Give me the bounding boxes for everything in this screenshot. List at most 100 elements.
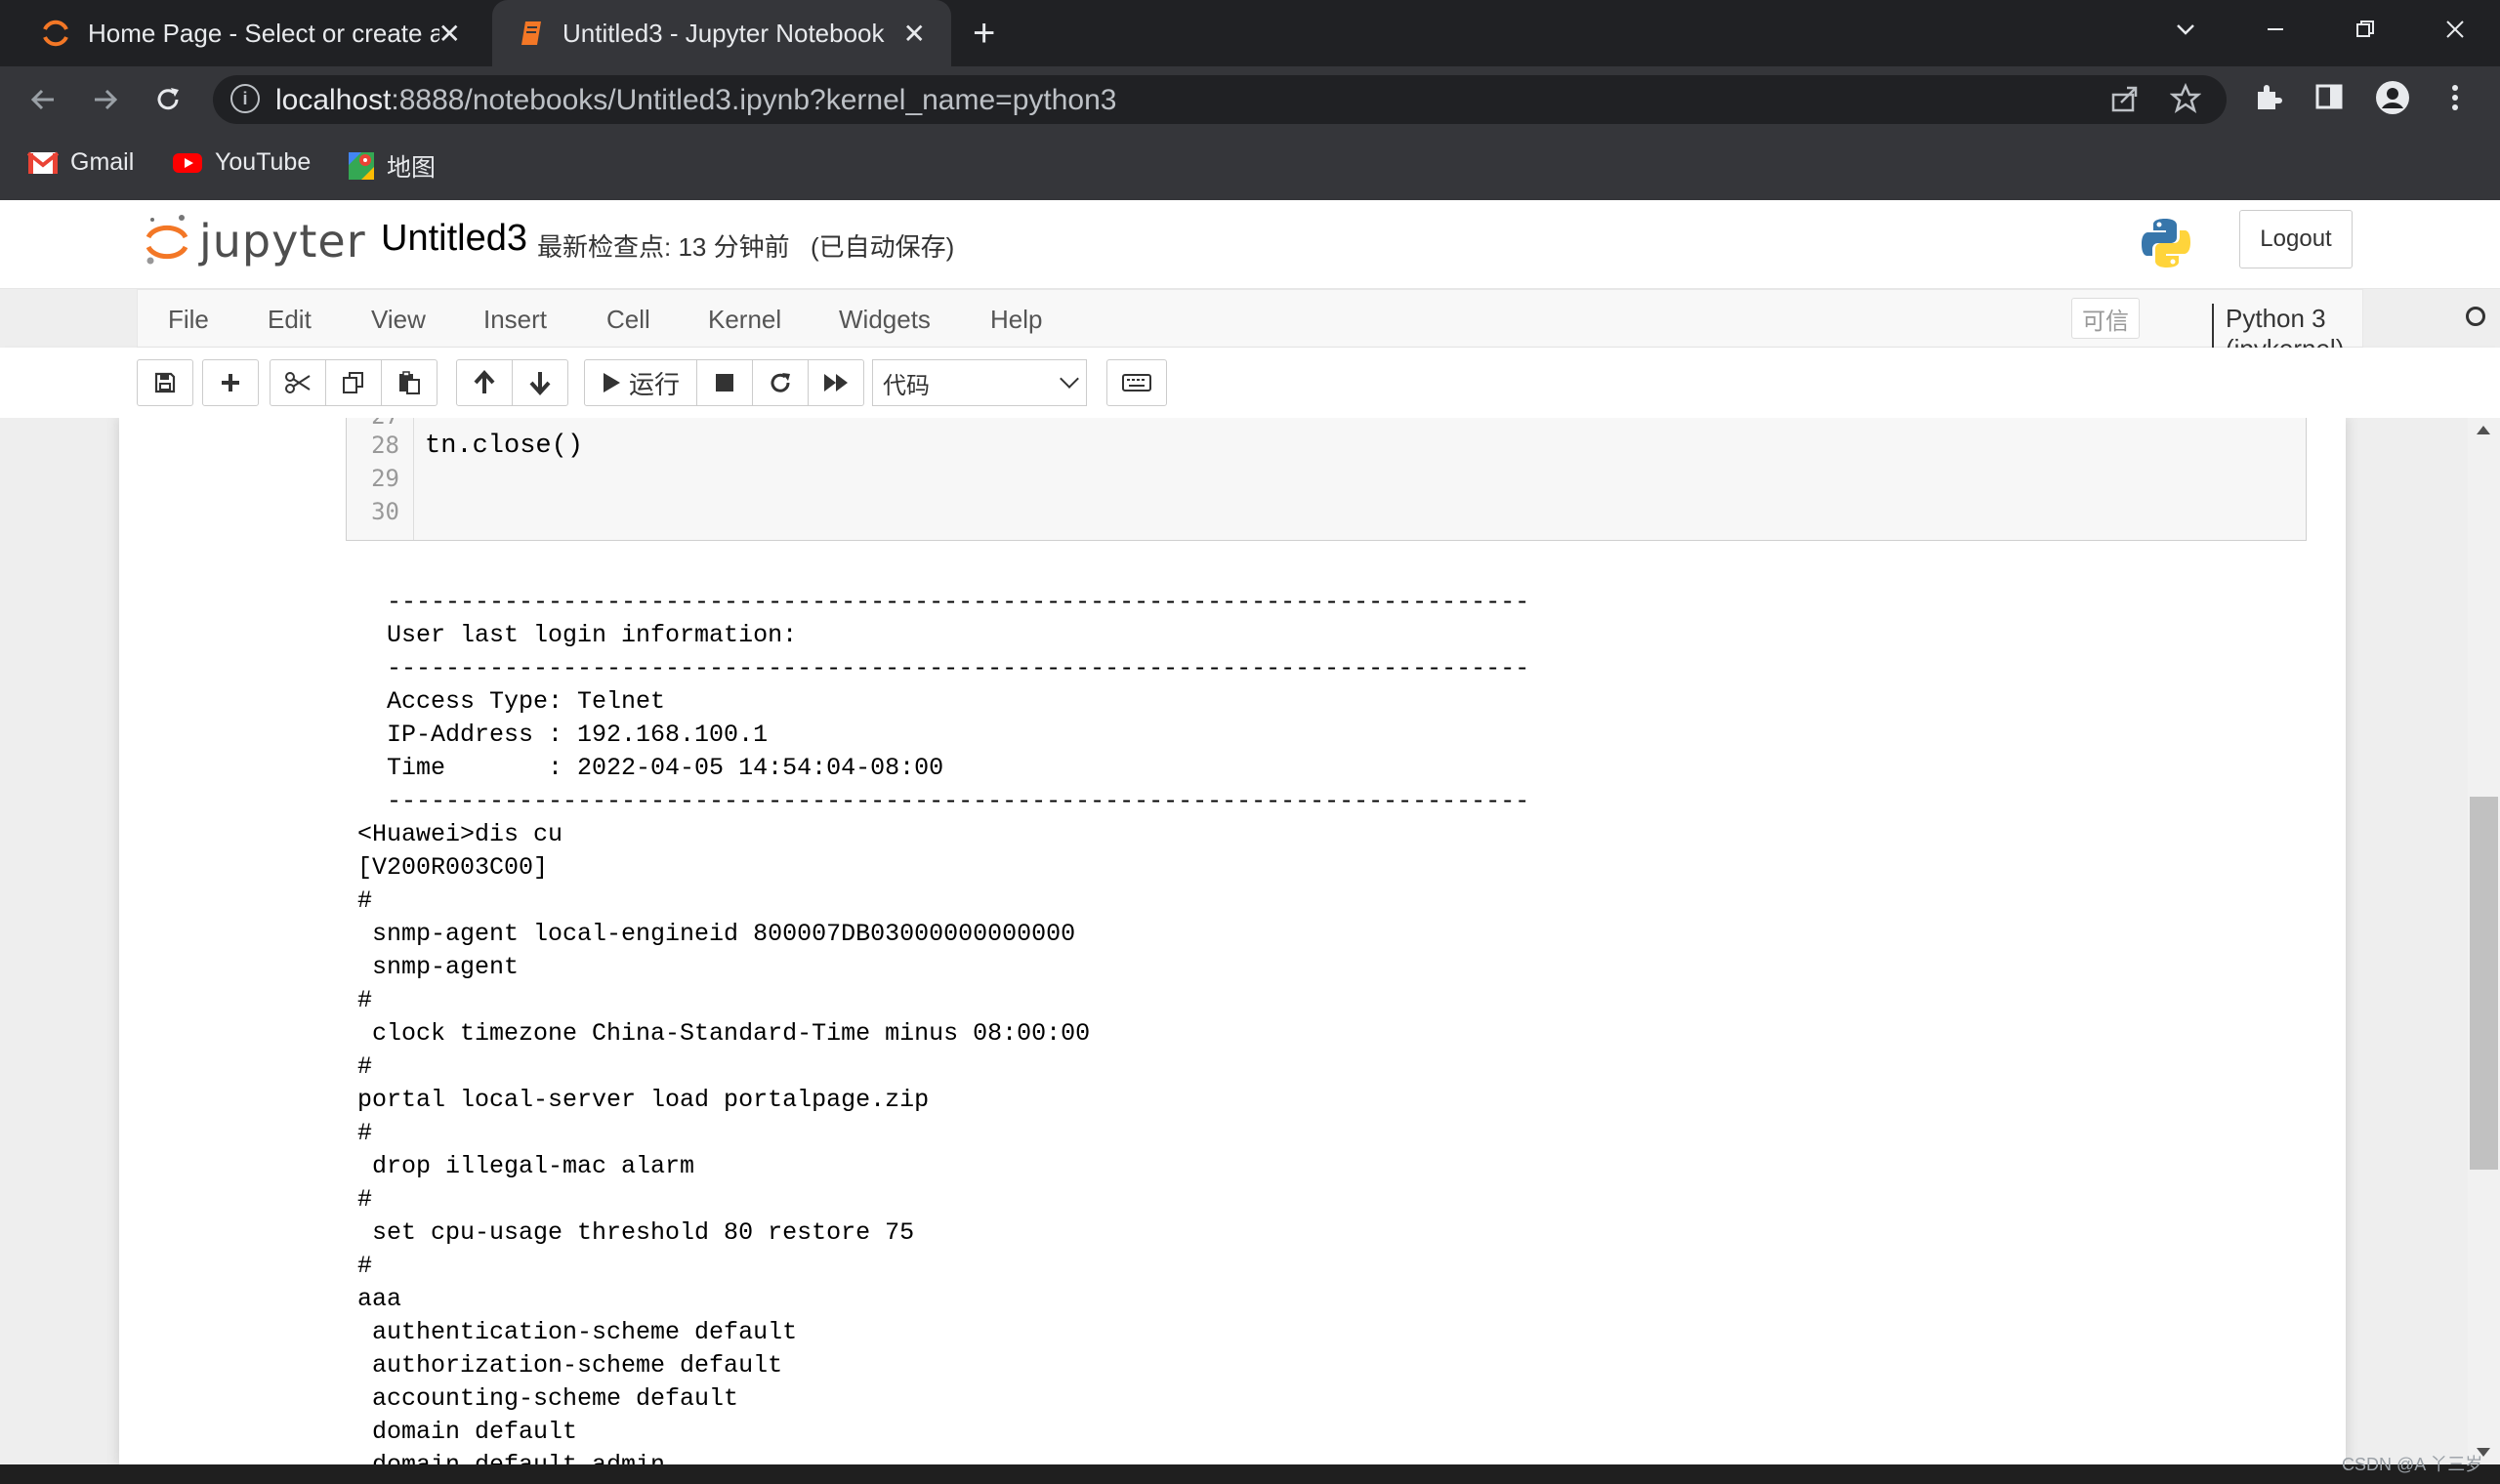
save-icon bbox=[154, 372, 176, 393]
tab-close-icon[interactable]: ✕ bbox=[438, 18, 461, 50]
cell-output: ----------------------------------------… bbox=[357, 586, 1529, 1464]
menu-cell[interactable]: Cell bbox=[606, 305, 650, 335]
move-up-button[interactable] bbox=[456, 359, 513, 406]
extensions-icon[interactable] bbox=[2252, 80, 2285, 121]
menu-edit[interactable]: Edit bbox=[268, 305, 312, 335]
scrollbar-thumb[interactable] bbox=[2470, 797, 2498, 1170]
insert-cell-button[interactable] bbox=[202, 359, 259, 406]
output-line: Access Type: Telnet bbox=[357, 687, 666, 716]
notebook-name[interactable]: Untitled3 bbox=[381, 218, 527, 260]
output-line: authentication-scheme default bbox=[357, 1318, 798, 1346]
output-line: aaa bbox=[357, 1285, 402, 1313]
python-logo-icon bbox=[2139, 216, 2193, 275]
notebook-favicon-icon bbox=[521, 21, 541, 45]
run-button[interactable]: 运行 bbox=[584, 359, 697, 406]
menu-file[interactable]: File bbox=[168, 305, 209, 335]
forward-icon[interactable] bbox=[84, 78, 127, 121]
profile-avatar-icon[interactable] bbox=[2375, 80, 2410, 123]
site-info-icon[interactable]: i bbox=[230, 84, 260, 113]
code-cell[interactable]: 27 28 29 30 tn.close() bbox=[346, 418, 2307, 541]
restore-icon[interactable] bbox=[2336, 0, 2395, 59]
output-line: # bbox=[357, 986, 373, 1014]
menu-insert[interactable]: Insert bbox=[483, 305, 547, 335]
jupyter-logo[interactable]: jupyter bbox=[145, 212, 366, 270]
bookmark-youtube[interactable]: YouTube bbox=[172, 148, 311, 177]
bookmark-maps[interactable]: 地图 bbox=[348, 148, 436, 184]
side-panel-icon[interactable] bbox=[2314, 82, 2344, 119]
tab-search-icon[interactable] bbox=[2156, 0, 2215, 59]
notebook-container: 27 28 29 30 tn.close() -----------------… bbox=[119, 418, 2346, 1464]
notebook-site: 27 28 29 30 tn.close() -----------------… bbox=[0, 418, 2500, 1464]
url-text[interactable]: localhost:8888/notebooks/Untitled3.ipynb… bbox=[275, 84, 1116, 117]
jupyter-logo-icon bbox=[146, 215, 188, 265]
play-icon bbox=[603, 373, 620, 392]
output-line: clock timezone China-Standard-Time minus… bbox=[357, 1019, 1091, 1048]
new-tab-button[interactable]: + bbox=[973, 12, 995, 55]
arrow-down-icon bbox=[529, 372, 551, 395]
logout-button[interactable]: Logout bbox=[2239, 210, 2353, 268]
fast-forward-icon bbox=[824, 374, 848, 392]
trusted-indicator[interactable]: 可信 bbox=[2071, 298, 2140, 339]
kernel-idle-icon bbox=[2466, 307, 2485, 326]
output-line: ----------------------------------------… bbox=[357, 787, 1530, 815]
watermark: CSDN @A 丫三岁 bbox=[2342, 1455, 2483, 1474]
taskbar-strip bbox=[0, 1464, 2500, 1484]
move-down-button[interactable] bbox=[512, 359, 568, 406]
line-number: 28 bbox=[371, 432, 399, 459]
restart-run-all-button[interactable] bbox=[808, 359, 864, 406]
output-line: Time : 2022-04-05 14:54:04-08:00 bbox=[357, 754, 944, 782]
autosave-status: (已自动保存) bbox=[811, 232, 955, 262]
output-line: domain default_admin bbox=[357, 1449, 1529, 1464]
share-icon[interactable] bbox=[2109, 83, 2141, 122]
output-line: # bbox=[357, 1185, 373, 1214]
scissors-icon bbox=[285, 372, 311, 393]
stop-icon bbox=[716, 374, 733, 392]
bookmark-gmail[interactable]: Gmail bbox=[27, 148, 134, 177]
bookmark-star-icon[interactable] bbox=[2169, 82, 2202, 122]
interrupt-button[interactable] bbox=[696, 359, 753, 406]
copy-icon bbox=[343, 372, 363, 393]
command-palette-button[interactable] bbox=[1106, 359, 1167, 406]
output-line: <Huawei>dis cu bbox=[357, 820, 563, 848]
reload-icon[interactable] bbox=[146, 78, 189, 121]
plus-icon bbox=[222, 374, 239, 392]
copy-button[interactable] bbox=[325, 359, 382, 406]
output-line: snmp-agent bbox=[357, 953, 520, 981]
output-line: ----------------------------------------… bbox=[357, 654, 1530, 682]
output-line: drop illegal-mac alarm bbox=[357, 1152, 695, 1180]
output-line: # bbox=[357, 1119, 373, 1147]
tab-untitled3[interactable]: Untitled3 - Jupyter Notebook ✕ bbox=[492, 0, 951, 66]
vertical-scrollbar[interactable] bbox=[2468, 418, 2500, 1464]
checkpoint-status: 最新检查点: 13 分钟前 bbox=[537, 232, 790, 262]
notebook-toolbar: 运行 代码 bbox=[0, 348, 2500, 418]
jupyter-favicon-icon bbox=[43, 20, 68, 47]
tab-home-page[interactable]: Home Page - Select or create a notebook … bbox=[14, 0, 486, 66]
gmail-icon bbox=[27, 150, 59, 174]
menu-view[interactable]: View bbox=[371, 305, 426, 335]
cut-button[interactable] bbox=[270, 359, 326, 406]
output-line: User last login information: bbox=[357, 621, 798, 649]
more-menu-icon[interactable] bbox=[2445, 80, 2465, 123]
menu-help[interactable]: Help bbox=[990, 305, 1042, 335]
output-line: ----------------------------------------… bbox=[357, 588, 1530, 616]
tab-close-icon[interactable]: ✕ bbox=[903, 18, 926, 50]
minimize-icon[interactable] bbox=[2246, 0, 2305, 59]
scroll-up-icon[interactable] bbox=[2477, 426, 2490, 434]
omnibox[interactable]: i localhost:8888/notebooks/Untitled3.ipy… bbox=[213, 75, 2227, 124]
line-number: 29 bbox=[371, 465, 399, 492]
menu-kernel[interactable]: Kernel bbox=[708, 305, 781, 335]
paste-button[interactable] bbox=[381, 359, 438, 406]
jupyter-header: jupyter Untitled3 最新检查点: 13 分钟前 (已自动保存) … bbox=[0, 200, 2500, 289]
restart-icon bbox=[771, 373, 790, 392]
line-number-gutter: 27 28 29 30 bbox=[347, 418, 414, 540]
close-window-icon[interactable] bbox=[2426, 0, 2484, 59]
cell-type-select[interactable]: 代码 bbox=[872, 359, 1087, 406]
back-icon[interactable] bbox=[21, 78, 64, 121]
save-button[interactable] bbox=[137, 359, 193, 406]
output-line: authorization-scheme default bbox=[357, 1351, 783, 1380]
keyboard-icon bbox=[1122, 374, 1151, 392]
menu-bar: File Edit View Insert Cell Kernel Widget… bbox=[137, 289, 2485, 364]
restart-kernel-button[interactable] bbox=[752, 359, 809, 406]
code-line[interactable]: tn.close() bbox=[425, 432, 583, 461]
menu-widgets[interactable]: Widgets bbox=[839, 305, 931, 335]
